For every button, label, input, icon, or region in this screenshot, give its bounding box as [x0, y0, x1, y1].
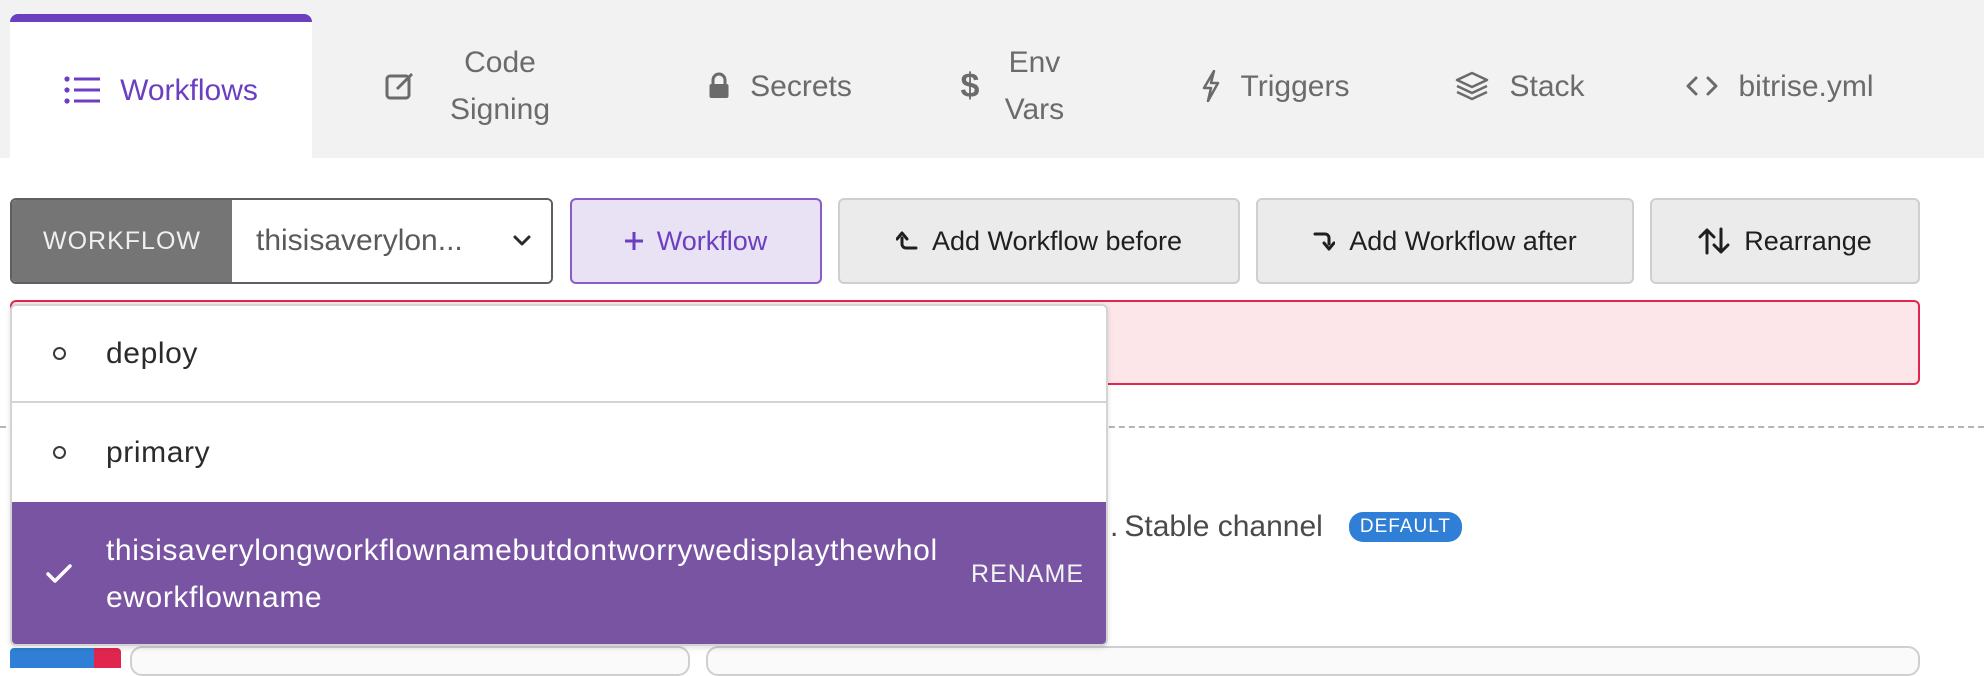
list-icon — [64, 76, 101, 104]
radio-circle-icon — [52, 446, 66, 459]
workflow-selector[interactable]: WORKFLOW thisisaverylon... — [10, 198, 553, 284]
workflow-current-value: thisisaverylon... — [256, 224, 463, 257]
tab-label: Stack — [1509, 69, 1585, 103]
tab-workflows[interactable]: Workflows — [10, 14, 312, 158]
arrow-down-right-icon — [1313, 232, 1336, 251]
rearrange-icon — [1698, 227, 1730, 255]
dropdown-item-deploy[interactable]: deploy — [12, 306, 1106, 403]
tab-label: bitrise.yml — [1738, 69, 1874, 103]
code-icon — [1686, 76, 1718, 96]
dollar-icon: $ — [960, 66, 980, 105]
tab-env-vars[interactable]: $ Env Vars — [935, 14, 1095, 158]
tab-label: Secrets — [750, 69, 852, 103]
add-after-label: Add Workflow after — [1349, 225, 1577, 256]
tab-label: Code Signing — [449, 46, 551, 126]
tab-stack[interactable]: Stack — [1445, 14, 1595, 158]
workflow-dropdown-menu: deploy primary thisisaverylongworkflowna… — [10, 304, 1108, 646]
lock-icon — [709, 72, 729, 98]
stack-info: . Stable channel DEFAULT — [1110, 510, 1462, 544]
dropdown-item-label: deploy — [106, 336, 199, 370]
tab-bar: Workflows Code Signing Secrets $ Env Var… — [0, 0, 1984, 158]
bolt-icon — [1202, 70, 1219, 102]
tab-label: Workflows — [120, 73, 258, 107]
status-chip-alert — [94, 648, 121, 668]
add-before-label: Add Workflow before — [931, 225, 1183, 256]
workflow-dropdown[interactable]: thisisaverylon... — [232, 200, 551, 282]
workflow-label: WORKFLOW — [12, 200, 232, 282]
arrow-up-left-icon — [895, 231, 918, 250]
plus-icon — [624, 232, 643, 250]
rearrange-button[interactable]: Rearrange — [1650, 198, 1920, 284]
layers-icon — [1456, 71, 1489, 101]
tab-label: Env Vars — [1004, 46, 1065, 126]
checkmark-icon — [46, 564, 72, 583]
input-field[interactable] — [706, 646, 1920, 676]
rename-button[interactable]: RENAME — [971, 560, 1106, 589]
input-field[interactable] — [130, 646, 690, 676]
dropdown-item-label: thisisaverylongworkflownamebutdontworryw… — [106, 534, 938, 614]
edit-icon — [385, 72, 414, 100]
chevron-down-icon — [513, 235, 531, 246]
tab-secrets[interactable]: Secrets — [690, 14, 870, 158]
tab-code-signing[interactable]: Code Signing — [360, 14, 590, 158]
rearrange-label: Rearrange — [1744, 225, 1872, 256]
status-chip — [10, 648, 94, 668]
tab-bitrise-yml[interactable]: bitrise.yml — [1670, 14, 1890, 158]
add-workflow-before-button[interactable]: Add Workflow before — [838, 198, 1240, 284]
tab-triggers[interactable]: Triggers — [1190, 14, 1360, 158]
dropdown-item-selected[interactable]: thisisaverylongworkflownamebutdontworryw… — [12, 502, 1106, 644]
add-workflow-after-button[interactable]: Add Workflow after — [1256, 198, 1634, 284]
dropdown-item-label: primary — [106, 435, 211, 469]
radio-circle-icon — [52, 347, 66, 360]
stack-prefix: . — [1110, 510, 1119, 543]
dropdown-item-primary[interactable]: primary — [12, 403, 1106, 502]
stack-channel: Stable channel — [1124, 510, 1323, 543]
default-badge: DEFAULT — [1348, 512, 1462, 542]
add-workflow-label: Workflow — [656, 225, 768, 256]
tab-label: Triggers — [1240, 69, 1350, 103]
add-workflow-button[interactable]: Workflow — [570, 198, 822, 284]
